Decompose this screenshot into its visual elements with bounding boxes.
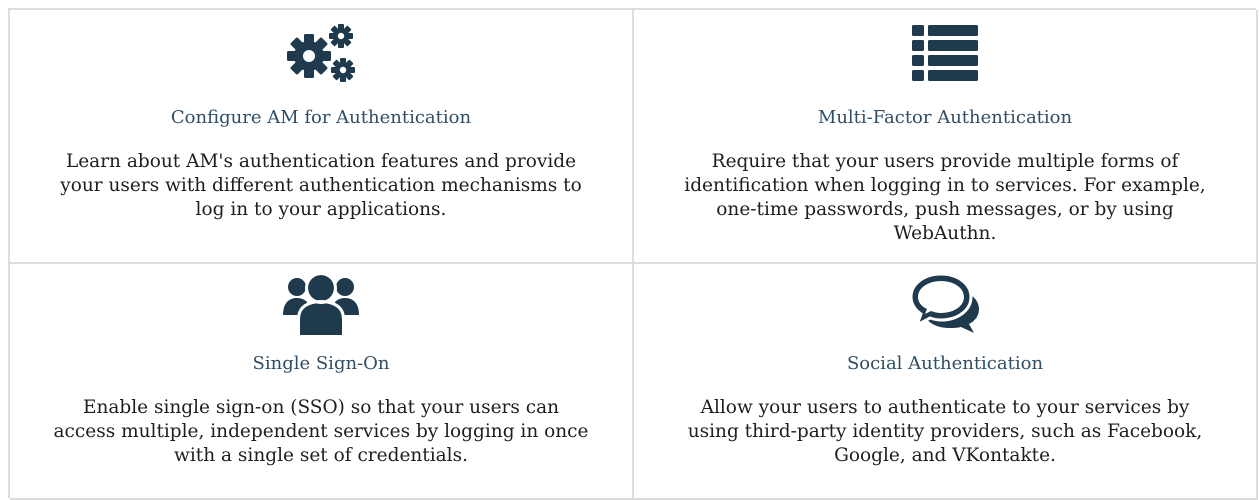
- tile-title[interactable]: Configure AM for Authentication: [10, 106, 632, 130]
- feature-grid: Configure AM for Authentication Learn ab…: [8, 8, 1258, 500]
- gears-icon: [10, 18, 632, 88]
- users-icon: [10, 268, 632, 338]
- tile-title[interactable]: Social Authentication: [634, 352, 1256, 376]
- tile-configure-am[interactable]: Configure AM for Authentication Learn ab…: [10, 10, 634, 264]
- tile-social-auth[interactable]: Social Authentication Allow your users t…: [634, 264, 1258, 500]
- tile-title[interactable]: Multi-Factor Authentication: [634, 106, 1256, 130]
- tile-description: Allow your users to authenticate to your…: [687, 397, 1203, 466]
- chat-bubbles-icon: [634, 268, 1256, 338]
- list-icon: [634, 18, 1256, 88]
- tile-description: Learn about AM's authentication features…: [60, 151, 582, 220]
- tile-multi-factor[interactable]: Multi-Factor Authentication Require that…: [634, 10, 1258, 264]
- tile-description: Require that your users provide multiple…: [684, 151, 1206, 244]
- tile-description: Enable single sign-on (SSO) so that your…: [53, 397, 589, 466]
- tile-single-sign-on[interactable]: Single Sign-On Enable single sign-on (SS…: [10, 264, 634, 500]
- tile-title[interactable]: Single Sign-On: [10, 352, 632, 376]
